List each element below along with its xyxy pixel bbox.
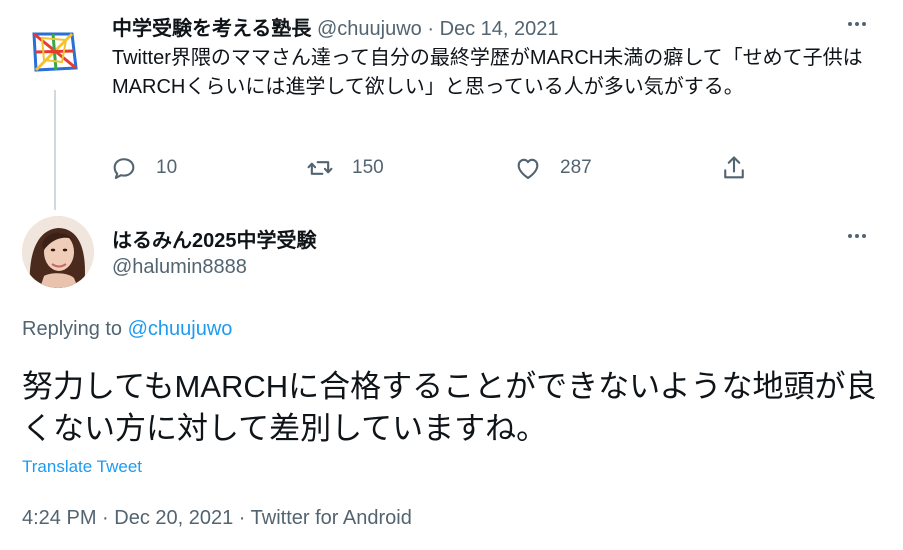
mention-link[interactable]: @chuujuwo: [128, 318, 233, 340]
reply-count: 10: [156, 157, 178, 178]
retweet-count: 150: [352, 157, 384, 178]
tweet-text: Twitter界隈のママさん達って自分の最終学歴がMARCH未満の癖して「せめて…: [112, 47, 863, 98]
reply-button[interactable]: 10: [110, 150, 177, 186]
reply-handle[interactable]: @halumin8888: [112, 256, 247, 279]
separator: ·: [421, 18, 440, 40]
retweet-icon: [307, 161, 333, 175]
more-icon: [843, 14, 871, 34]
reply-more-options-button[interactable]: [843, 226, 871, 246]
translate-tweet-link[interactable]: Translate Tweet: [22, 457, 142, 477]
reply-display-name[interactable]: はるみん2025中学受験: [112, 224, 317, 253]
like-count: 287: [560, 157, 592, 178]
tweet-date[interactable]: Dec 14, 2021: [440, 18, 559, 40]
reply-icon: [113, 158, 135, 179]
share-button[interactable]: [720, 150, 748, 186]
more-options-button[interactable]: [843, 14, 871, 34]
more-icon: [843, 226, 871, 246]
display-name[interactable]: 中学受験を考える塾長: [112, 18, 311, 40]
share-icon: [724, 156, 744, 179]
replying-to: Replying to @chuujuwo: [22, 318, 232, 341]
tweet-header: 中学受験を考える塾長 @chuujuwo · Dec 14, 2021: [112, 12, 559, 41]
tweet-actions: 10 150 287: [110, 150, 760, 186]
thread-connector-line: [54, 90, 56, 210]
user-photo-icon: [22, 216, 94, 288]
heart-icon: [517, 158, 539, 179]
logo-avatar-icon: [32, 32, 78, 72]
like-button[interactable]: 287: [514, 150, 592, 186]
retweet-button[interactable]: 150: [306, 150, 384, 186]
handle[interactable]: @chuujuwo: [317, 18, 422, 40]
tweet-timestamp[interactable]: 4:24 PM · Dec 20, 2021 · Twitter for And…: [22, 507, 412, 530]
avatar[interactable]: [22, 18, 86, 82]
reply-avatar[interactable]: [22, 216, 94, 288]
replying-label: Replying to: [22, 318, 123, 340]
reply-text: 努力してもMARCHに合格することができないような地頭が良くない方に対して差別し…: [22, 369, 877, 446]
